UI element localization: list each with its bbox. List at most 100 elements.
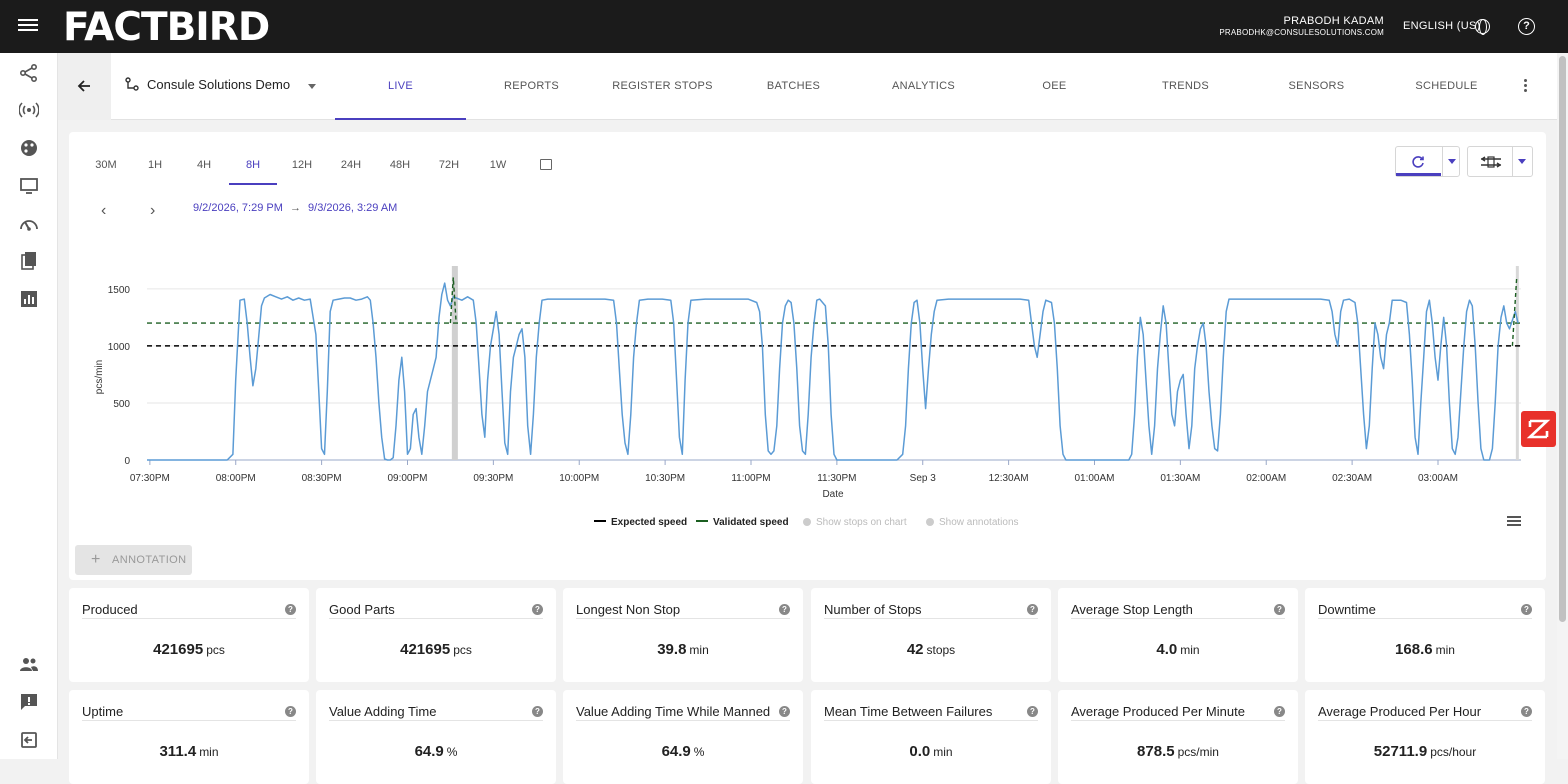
line-selector[interactable]: Consule Solutions Demo [125,77,290,92]
range-30m[interactable]: 30M [82,149,130,185]
legend-swatch [803,518,811,526]
kpi-title: Number of Stops [824,602,922,617]
range-24h[interactable]: 24H [327,149,375,185]
people-icon[interactable] [19,654,39,674]
help-icon[interactable]: ? [1521,706,1532,717]
filter-dropdown[interactable] [1512,147,1532,176]
help-icon[interactable]: ? [532,706,543,717]
help-icon[interactable]: ? [1027,604,1038,615]
legend-label: Expected speed [611,517,688,528]
user-info[interactable]: PRABODH KADAM PRABODHK@CONSULESOLUTIONS.… [1219,15,1384,37]
add-annotation-button[interactable]: + ANNOTATION [75,545,192,575]
x-tick-label: 09:30PM [473,473,513,484]
y-tick-label: 1000 [108,342,131,353]
help-icon[interactable]: ? [1027,706,1038,717]
top-bar: FACTBIRD PRABODH KADAM PRABODHK@CONSULES… [0,0,1568,53]
x-tick-label: 07:30PM [130,473,170,484]
tab-reports[interactable]: REPORTS [466,53,597,120]
monitor-icon[interactable] [19,176,39,196]
app-logo[interactable]: FACTBIRD [63,5,270,50]
documents-icon[interactable] [19,251,39,271]
logout-icon[interactable] [19,730,39,750]
tab-sensors[interactable]: SENSORS [1251,53,1382,120]
x-tick-label: 08:00PM [216,473,256,484]
gauge-icon[interactable] [19,214,39,234]
chart-card: 30M 1H 4H 8H 12H 24H 48H 72H 1W ‹ › 9/2/2026, 7:… [69,132,1546,580]
legend-expected-speed[interactable]: Expected speed [594,517,687,528]
zapier-glyph [1526,419,1551,439]
kpi-divider [1318,618,1532,619]
tab-live[interactable]: LIVE [335,53,466,120]
filter-icon[interactable] [1480,156,1502,168]
kpi-card-value-adding-time-while-manned: Value Adding Time While Manned? 64.9% [563,690,803,784]
next-range-icon[interactable]: › [150,202,155,220]
legend-validated-speed[interactable]: Validated speed [696,517,789,528]
tab-batches[interactable]: BATCHES [728,53,859,120]
scrollbar-thumb[interactable] [1559,56,1566,622]
range-1h[interactable]: 1H [131,149,179,185]
kpi-number: 0.0 [909,743,931,760]
x-tick-label: 02:00AM [1246,473,1286,484]
kpi-number: 39.8 [657,641,687,658]
refresh-dropdown[interactable] [1442,147,1460,176]
tab-schedule[interactable]: SCHEDULE [1381,53,1512,120]
help-icon[interactable]: ? [1274,706,1285,717]
kpi-card-downtime: Downtime? 168.6 min [1305,588,1545,682]
help-icon[interactable]: ? [779,706,790,717]
range-48h[interactable]: 48H [376,149,424,185]
legend-label: Validated speed [713,517,789,528]
help-icon[interactable]: ? [285,604,296,615]
x-tick-label: Sep 3 [910,473,937,484]
legend-show-annotations[interactable]: Show annotations [926,517,1019,528]
help-icon[interactable]: ? [1521,604,1532,615]
help-icon[interactable]: ? [1518,18,1535,35]
menu-icon[interactable] [18,16,38,36]
refresh-button[interactable] [1396,147,1441,176]
help-icon[interactable]: ? [779,604,790,615]
range-72h[interactable]: 72H [425,149,473,185]
x-tick-label: 02:30AM [1332,473,1372,484]
range-4h[interactable]: 4H [180,149,228,185]
chart-menu-icon[interactable] [1507,516,1521,528]
previous-range-icon[interactable]: ‹ [101,202,106,220]
y-axis-title: pcs/min [94,360,105,394]
chevron-down-icon[interactable] [308,84,316,89]
help-icon[interactable]: ? [532,604,543,615]
kpi-card-average-produced-per-hour: Average Produced Per Hour? 52711.9 pcs/hou… [1305,690,1545,784]
globe-icon[interactable] [1475,19,1490,35]
analytics-icon[interactable] [19,289,39,309]
kpi-divider [576,720,790,721]
kpi-value: 42 stops [811,641,1051,658]
tab-oee[interactable]: OEE [989,53,1120,120]
calendar-search-icon[interactable] [540,159,552,170]
language-selector[interactable]: ENGLISH (US) [1403,20,1481,32]
tab-register-stops[interactable]: REGISTER STOPS [597,53,728,120]
kpi-divider [329,618,543,619]
help-icon[interactable]: ? [285,706,296,717]
kpi-unit: pcs [453,643,472,657]
date-range-arrow: → [289,202,301,214]
kpi-divider [1071,618,1285,619]
range-12h[interactable]: 12H [278,149,326,185]
back-button[interactable] [58,53,111,120]
zapier-icon[interactable] [1521,411,1556,447]
speed-chart[interactable]: 0 500 1000 1500 07:30PM 08:00PM 08:30PM 09:00PM… [69,257,1539,507]
kpi-value: 4.0 min [1058,641,1298,658]
kpi-title: Value Adding Time [329,704,437,719]
help-icon[interactable]: ? [1274,604,1285,615]
share-icon[interactable] [19,63,39,83]
date-range[interactable]: 9/2/2026, 7:29 PM → 9/3/2026, 3:29 AM [193,202,397,214]
legend-show-stops[interactable]: Show stops on chart [803,517,907,528]
range-1w[interactable]: 1W [474,149,522,185]
page-scrollbar[interactable] [1557,53,1568,759]
kpi-title: Average Stop Length [1071,602,1193,617]
kpi-unit: min [689,643,709,657]
feedback-icon[interactable] [19,692,39,712]
more-vert-icon[interactable] [1524,79,1528,94]
range-8h[interactable]: 8H [229,149,277,185]
tab-analytics[interactable]: ANALYTICS [858,53,989,120]
tab-trends[interactable]: TRENDS [1120,53,1251,120]
palette-icon[interactable] [19,138,39,158]
filter-control [1467,146,1533,177]
sensor-icon[interactable] [19,100,39,120]
